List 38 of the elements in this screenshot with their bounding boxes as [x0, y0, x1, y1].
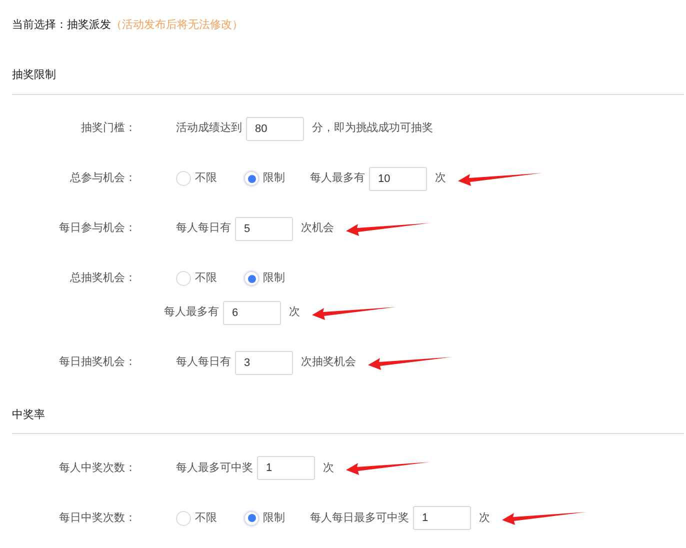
field-prefix: 每人最多有 — [164, 305, 219, 320]
field-suffix: 次 — [435, 171, 446, 186]
field-label: 每人中奖次数： — [58, 460, 137, 476]
field-label: 总抽奖机会： — [69, 271, 137, 286]
field-prefix: 每人每日有 — [176, 221, 231, 236]
field-prefix: 每人每日有 — [176, 355, 231, 370]
radio-option[interactable]: 限制 — [244, 510, 300, 526]
field-suffix: 次机会 — [301, 221, 334, 236]
radio-option[interactable]: 限制 — [244, 270, 300, 287]
field-prefix: 每人最多有 — [310, 171, 365, 186]
field-prefix: 活动成绩达到 — [176, 121, 242, 136]
field-label: 每日中奖次数： — [58, 510, 137, 526]
section-title: 抽奖限制 — [12, 68, 56, 83]
field-label: 总参与机会： — [69, 171, 137, 186]
radio-option[interactable]: 不限 — [176, 270, 232, 287]
current-selection: 当前选择：抽奖派发 — [12, 18, 111, 33]
field-label: 每日参与机会： — [58, 221, 137, 236]
field-suffix: 分，即为挑战成功可抽奖 — [312, 121, 433, 136]
section-title: 中奖率 — [12, 408, 45, 422]
number-field[interactable]: 3 — [235, 350, 293, 374]
radio-option[interactable]: 不限 — [176, 510, 232, 526]
radio-option[interactable]: 限制 — [244, 170, 300, 187]
field-suffix: 次抽奖机会 — [301, 355, 356, 370]
field-prefix: 每人最多可中奖 — [176, 460, 253, 476]
number-field[interactable]: 10 — [369, 166, 427, 190]
number-field[interactable]: 1 — [413, 506, 471, 530]
number-field[interactable]: 1 — [257, 456, 315, 480]
radio-option[interactable]: 不限 — [176, 170, 232, 187]
number-field[interactable]: 6 — [223, 300, 281, 324]
notice-text: （活动发布后将无法修改） — [111, 18, 243, 33]
field-label: 每日抽奖机会： — [58, 355, 137, 370]
field-prefix: 每人每日最多可中奖 — [310, 510, 409, 526]
field-suffix: 次 — [479, 510, 490, 526]
field-suffix: 次 — [323, 460, 334, 476]
field-suffix: 次 — [289, 305, 300, 320]
number-field[interactable]: 5 — [235, 216, 293, 240]
number-field[interactable]: 80 — [246, 116, 304, 140]
field-label: 抽奖门槛： — [80, 120, 137, 136]
